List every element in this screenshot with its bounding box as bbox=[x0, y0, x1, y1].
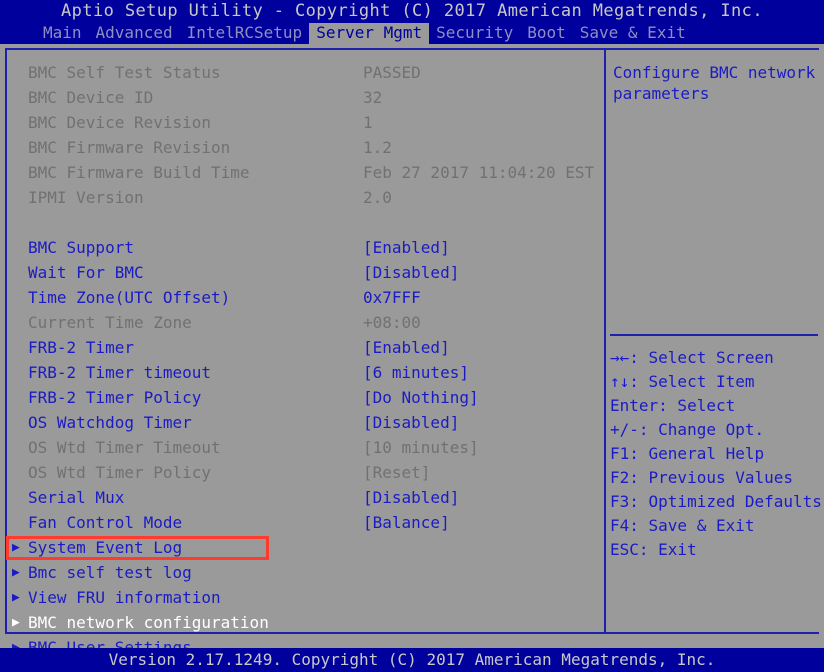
setting-label: BMC network configuration bbox=[28, 613, 269, 632]
setting-value: 1.2 bbox=[363, 138, 392, 157]
setting-value: [Reset] bbox=[363, 463, 431, 482]
menu-tab-save-exit[interactable]: Save & Exit bbox=[573, 23, 693, 44]
setting-label: FRB-2 Timer Policy bbox=[28, 388, 202, 407]
setting-value: [10 minutes] bbox=[363, 438, 479, 457]
menu-tab-main[interactable]: Main bbox=[36, 23, 89, 44]
setting-row-bmc-firmware-build-time: BMC Firmware Build Time Feb 27 2017 11:04… bbox=[0, 160, 600, 185]
setting-row-wait-for-bmc[interactable]: Wait For BMC [Disabled] bbox=[0, 260, 600, 285]
footer-bar: Version 2.17.1249. Copyright (C) 2017 Am… bbox=[0, 648, 824, 672]
setting-label: View FRU information bbox=[28, 588, 221, 607]
setting-row-bmc-firmware-revision: BMC Firmware Revision 1.2 bbox=[0, 135, 600, 160]
setting-row-frb-2-timer-timeout[interactable]: FRB-2 Timer timeout [6 minutes] bbox=[0, 360, 600, 385]
key-legend-panel: →←: Select Screen ↑↓: Select Item Enter: S… bbox=[610, 346, 822, 562]
setting-row-bmc-self-test-status: BMC Self Test Status PASSED bbox=[0, 60, 600, 85]
key-legend-row: ↑↓: Select Item bbox=[610, 372, 755, 391]
setting-row-fan-control-mode[interactable]: Fan Control Mode [Balance] bbox=[0, 510, 600, 535]
setting-value[interactable]: [Disabled] bbox=[363, 260, 459, 285]
setting-value[interactable]: [Enabled] bbox=[363, 235, 450, 260]
setting-value[interactable]: 0x7FFF bbox=[363, 285, 421, 310]
setting-value: Feb 27 2017 11:04:20 EST bbox=[363, 163, 595, 182]
setting-value: 32 bbox=[363, 88, 383, 107]
key-legend-row: Enter: Select bbox=[610, 396, 736, 415]
setting-value[interactable]: [6 minutes] bbox=[363, 360, 469, 385]
setting-row-frb-2-timer[interactable]: FRB-2 Timer [Enabled] bbox=[0, 335, 600, 360]
setting-row-serial-mux[interactable]: Serial Mux [Disabled] bbox=[0, 485, 600, 510]
menu-tab-boot[interactable]: Boot bbox=[520, 23, 573, 44]
page-title: Aptio Setup Utility - Copyright (C) 2017… bbox=[61, 1, 763, 21]
setting-row-os-wtd-timer-timeout: OS Wtd Timer Timeout [10 minutes] bbox=[0, 435, 600, 460]
setting-value: +08:00 bbox=[363, 313, 421, 332]
setting-row-bmc-support[interactable]: BMC Support [Enabled] bbox=[0, 235, 600, 260]
setting-label: System Event Log bbox=[28, 538, 183, 557]
setting-row-current-time-zone: Current Time Zone +08:00 bbox=[0, 310, 600, 335]
help-legend-divider bbox=[610, 334, 818, 336]
help-panel: Configure BMC network parameters bbox=[613, 62, 818, 104]
setting-row-system-event-log[interactable]: ▶ System Event Log bbox=[0, 535, 600, 560]
setting-row-bmc-network-configuration[interactable]: ▶ BMC network configuration bbox=[0, 610, 600, 635]
setting-label: BMC Support bbox=[28, 238, 134, 257]
setting-label: OS Watchdog Timer bbox=[28, 413, 192, 432]
setting-value[interactable]: [Balance] bbox=[363, 510, 450, 535]
setting-label: BMC Self Test Status bbox=[28, 63, 221, 82]
setting-row-bmc-device-id: BMC Device ID 32 bbox=[0, 85, 600, 110]
setting-row-frb-2-timer-policy[interactable]: FRB-2 Timer Policy [Do Nothing] bbox=[0, 385, 600, 410]
help-line: parameters bbox=[613, 84, 710, 103]
key-legend-row: →←: Select Screen bbox=[610, 348, 774, 367]
menu-tab-intelrcsetup[interactable]: IntelRCSetup bbox=[180, 23, 310, 44]
setting-value[interactable]: [Enabled] bbox=[363, 335, 450, 360]
setting-label: Bmc self test log bbox=[28, 563, 192, 582]
setting-row-ipmi-version: IPMI Version 2.0 bbox=[0, 185, 600, 210]
key-legend-row: F4: Save & Exit bbox=[610, 516, 755, 535]
settings-spacer bbox=[0, 210, 600, 235]
setting-label: Wait For BMC bbox=[28, 263, 144, 282]
setting-value: PASSED bbox=[363, 63, 421, 82]
version-text: Version 2.17.1249. Copyright (C) 2017 Am… bbox=[108, 650, 716, 669]
settings-list: BMC Self Test Status PASSED BMC Device ID 3… bbox=[0, 60, 600, 672]
submenu-arrow-icon: ▶ bbox=[12, 590, 20, 605]
setting-label: BMC Firmware Revision bbox=[28, 138, 231, 157]
menu-tab-server-mgmt[interactable]: Server Mgmt bbox=[309, 23, 430, 44]
setting-label: FRB-2 Timer timeout bbox=[28, 363, 212, 382]
key-legend-row: F1: General Help bbox=[610, 444, 765, 463]
key-legend-row: F2: Previous Values bbox=[610, 468, 794, 487]
panel-vertical-divider bbox=[604, 48, 606, 634]
setting-row-os-wtd-timer-policy: OS Wtd Timer Policy [Reset] bbox=[0, 460, 600, 485]
menu-bar: Main Advanced IntelRCSetup Server Mgmt Secur… bbox=[0, 23, 824, 44]
setting-value[interactable]: [Disabled] bbox=[363, 410, 459, 435]
setting-label: OS Wtd Timer Policy bbox=[28, 463, 212, 482]
submenu-arrow-icon: ▶ bbox=[12, 565, 20, 580]
menu-tab-advanced[interactable]: Advanced bbox=[89, 23, 180, 44]
setting-row-bmc-self-test-log[interactable]: ▶ Bmc self test log bbox=[0, 560, 600, 585]
setting-label: BMC Device ID bbox=[28, 88, 154, 107]
setting-label: Time Zone(UTC Offset) bbox=[28, 288, 231, 307]
setting-label: BMC Firmware Build Time bbox=[28, 163, 250, 182]
help-line: Configure BMC network bbox=[613, 63, 816, 82]
submenu-arrow-icon: ▶ bbox=[12, 540, 20, 555]
setting-value: 2.0 bbox=[363, 188, 392, 207]
setting-label: OS Wtd Timer Timeout bbox=[28, 438, 221, 457]
setting-value[interactable]: [Disabled] bbox=[363, 485, 459, 510]
setting-row-os-watchdog-timer[interactable]: OS Watchdog Timer [Disabled] bbox=[0, 410, 600, 435]
setting-label: Serial Mux bbox=[28, 488, 125, 507]
setting-label: Current Time Zone bbox=[28, 313, 192, 332]
setting-label: IPMI Version bbox=[28, 188, 144, 207]
key-legend-row: +/-: Change Opt. bbox=[610, 420, 765, 439]
setting-value[interactable]: [Do Nothing] bbox=[363, 385, 479, 410]
setting-row-view-fru-information[interactable]: ▶ View FRU information bbox=[0, 585, 600, 610]
menu-tab-security[interactable]: Security bbox=[429, 23, 520, 44]
key-legend-row: ESC: Exit bbox=[610, 540, 697, 559]
bios-setup-screen: Aptio Setup Utility - Copyright (C) 2017… bbox=[0, 0, 824, 672]
setting-value: 1 bbox=[363, 113, 373, 132]
key-legend-row: F3: Optimized Defaults bbox=[610, 492, 822, 511]
setting-label: BMC Device Revision bbox=[28, 113, 212, 132]
setting-label: FRB-2 Timer bbox=[28, 338, 134, 357]
setting-label: Fan Control Mode bbox=[28, 513, 183, 532]
setting-row-time-zone-utc-offset[interactable]: Time Zone(UTC Offset) 0x7FFF bbox=[0, 285, 600, 310]
submenu-arrow-icon: ▶ bbox=[12, 615, 20, 630]
setting-row-bmc-device-revision: BMC Device Revision 1 bbox=[0, 110, 600, 135]
